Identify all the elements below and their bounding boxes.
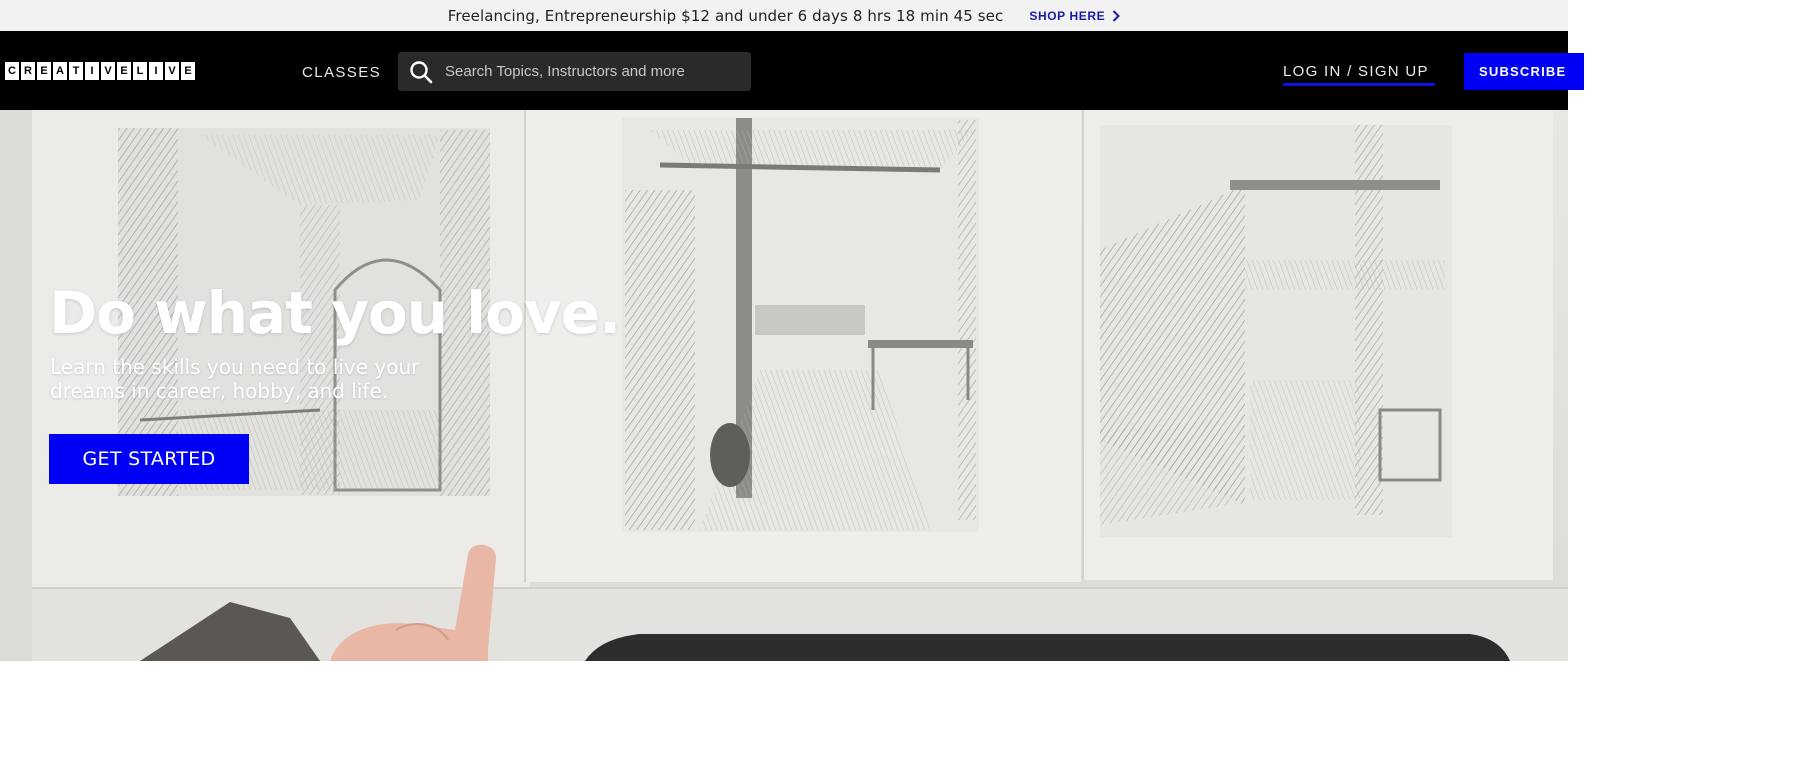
shop-here-label: SHOP HERE: [1029, 8, 1106, 23]
logo-letter: C: [5, 62, 19, 80]
subscribe-button[interactable]: SUBSCRIBE: [1464, 53, 1584, 90]
search-bar[interactable]: [398, 52, 751, 91]
logo-letter: R: [21, 62, 35, 80]
nav-classes[interactable]: CLASSES: [302, 64, 381, 81]
logo-letter: L: [133, 62, 147, 80]
search-icon: [410, 61, 433, 84]
login-signup-link[interactable]: LOG IN / SIGN UP: [1283, 63, 1429, 80]
logo-letter: A: [53, 62, 67, 80]
promo-text: Freelancing, Entrepreneurship $12 and un…: [447, 6, 1004, 25]
hero-title: Do what you love.: [49, 279, 621, 347]
logo-letter: E: [37, 62, 51, 80]
creativelive-logo[interactable]: CREATIVELIVE: [5, 62, 195, 80]
search-input[interactable]: [445, 52, 745, 91]
hero-section: Do what you love. Learn the skills you n…: [0, 110, 1568, 661]
logo-letter: E: [181, 62, 195, 80]
login-underline: [1283, 83, 1435, 86]
hero-subtitle: Learn the skills you need to live your d…: [50, 355, 420, 403]
logo-letter: I: [149, 62, 163, 80]
site-header: CREATIVELIVE CLASSES LOG IN / SIGN UP SU…: [0, 31, 1584, 110]
logo-letter: E: [117, 62, 131, 80]
logo-letter: V: [101, 62, 115, 80]
logo-letter: I: [85, 62, 99, 80]
shop-here-link[interactable]: SHOP HERE: [1029, 8, 1121, 23]
logo-letter: T: [69, 62, 83, 80]
logo-letter: V: [165, 62, 179, 80]
promo-banner: Freelancing, Entrepreneurship $12 and un…: [0, 0, 1568, 31]
chevron-right-icon: [1113, 9, 1121, 22]
get-started-button[interactable]: GET STARTED: [49, 434, 249, 484]
page-bottom-strip: [0, 661, 1568, 671]
